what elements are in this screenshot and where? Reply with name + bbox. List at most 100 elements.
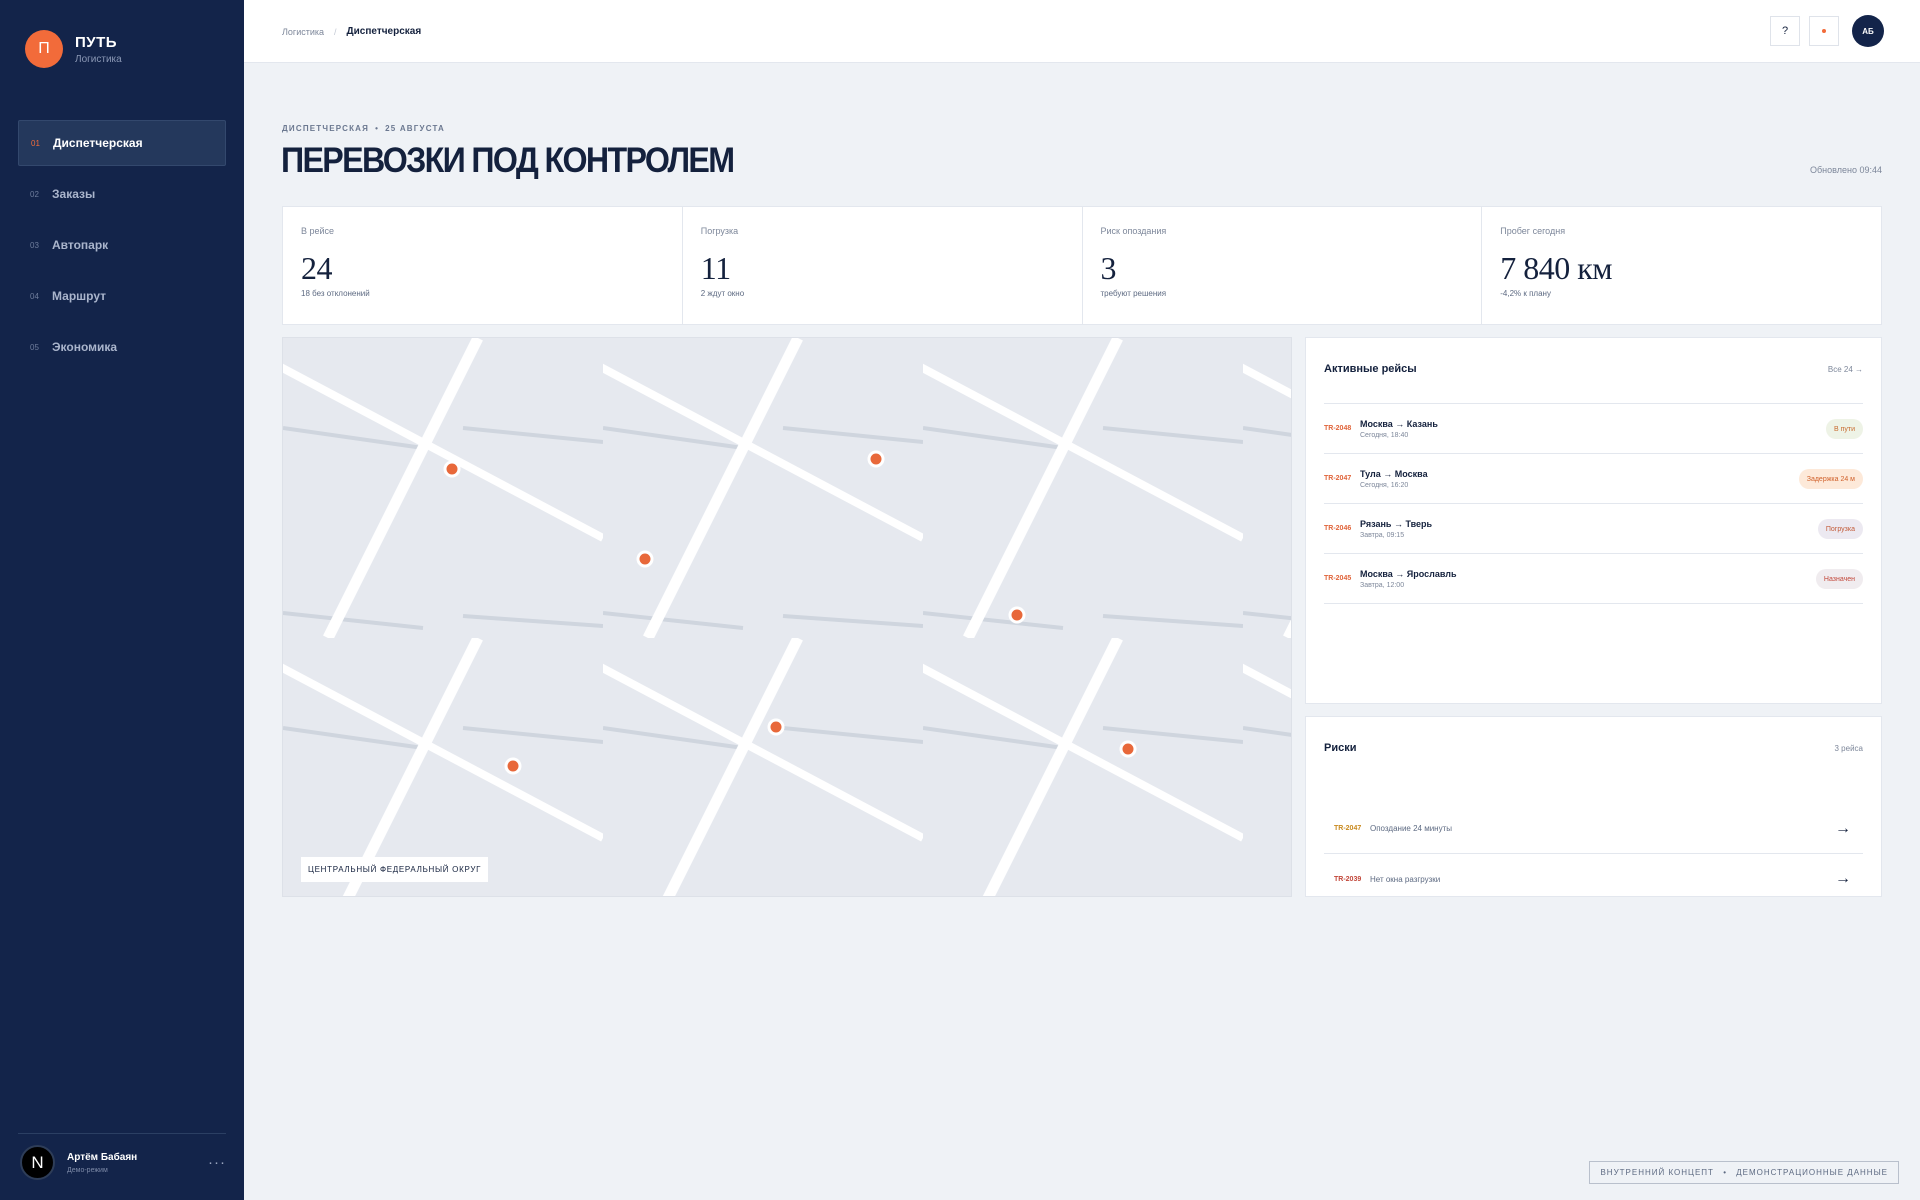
demo-disclaimer: ВНУТРЕННИЙ КОНЦЕПТ • ДЕМОНСТРАЦИОННЫЕ ДА… [1589,1161,1899,1184]
nav-number: 01 [31,138,40,148]
kpi-in-transit[interactable]: В рейсе 24 18 без отклонений [283,207,683,324]
kpi-label: Погрузка [700,226,739,236]
vehicle-marker[interactable] [1119,740,1137,758]
nav-label: Экономика [52,340,118,354]
panel-title: Риски [1324,742,1357,754]
trip-route: Москва → Казань [1360,418,1438,429]
active-trips-panel: Активные рейсы Все 24 → TR-2048 Москва →… [1305,337,1882,704]
status-badge: Назначен [1815,569,1863,589]
trip-time: Сегодня, 16:20 [1360,481,1409,489]
disclaimer-left: ВНУТРЕННИЙ КОНЦЕПТ [1600,1168,1714,1177]
sidebar: П ПУТЬ Логистика 01 Диспетчерская 02 Зак… [0,0,244,1200]
account-avatar[interactable]: АБ [1852,15,1884,47]
kpi-mileage[interactable]: Пробег сегодня 7 840 км -4,2% к плану [1482,207,1881,324]
eyebrow-dot: • [375,124,380,133]
vehicle-marker[interactable] [1008,606,1026,624]
kpi-sub: -4,2% к плану [1500,289,1551,298]
disclaimer-right: ДЕМОНСТРАЦИОННЫЕ ДАННЫЕ [1736,1168,1888,1177]
notification-dot-icon [1822,29,1826,33]
vehicle-marker[interactable] [504,757,522,775]
brand-name: ПУТЬ [75,33,118,51]
trip-route: Рязань → Тверь [1360,518,1433,529]
panel-title: Активные рейсы [1324,363,1417,375]
kpi-value: 11 [700,250,731,286]
user-role: Демо-режим [67,1166,108,1174]
help-button[interactable]: ? [1770,16,1800,46]
kpi-loading[interactable]: Погрузка 11 2 ждут окно [683,207,1083,324]
breadcrumb-parent[interactable]: Логистика [282,27,324,37]
nav-number: 05 [30,342,39,352]
nav-label: Заказы [52,187,96,201]
kpi-label: Риск опоздания [1100,226,1167,236]
trip-info: Москва → Казань Сегодня, 18:40 [1360,419,1438,439]
trip-list: TR-2048 Москва → Казань Сегодня, 18:40 В… [1324,403,1863,604]
risks-count: 3 рейса [1834,743,1864,753]
brand-subtitle: Логистика [75,53,122,65]
risks-panel: Риски 3 рейса TR-2047 Опоздание 24 минут… [1305,716,1882,897]
trip-info: Москва → Ярославль Завтра, 12:00 [1360,569,1457,589]
more-icon[interactable]: ··· [208,1154,226,1171]
status-badge: Задержка 24 м [1798,469,1863,489]
nav-number: 03 [30,240,39,250]
kpi-sub: 2 ждут окно [700,289,745,298]
kpi-strip: В рейсе 24 18 без отклонений Погрузка 11… [282,206,1882,325]
risk-description: Опоздание 24 минуты [1370,824,1453,833]
trip-row[interactable]: TR-2045 Москва → Ярославль Завтра, 12:00… [1324,554,1863,604]
vehicle-marker[interactable] [867,450,885,468]
brand-logo: П [25,30,63,68]
breadcrumb-separator: / [334,26,337,37]
nav-label: Автопарк [52,238,109,252]
user-name: Артём Бабаян [67,1151,138,1163]
sidebar-nav: 01 Диспетчерская 02 Заказы 03 Автопарк 0… [18,120,226,375]
updated-timestamp: Обновлено 09:44 [1810,165,1882,175]
user-text: Артём Бабаян Демо-режим [67,1152,208,1174]
nav-number: 02 [30,189,39,199]
vehicle-marker[interactable] [443,460,461,478]
map-canvas[interactable] [283,338,1292,897]
sidebar-item-economics[interactable]: 05 Экономика [18,324,226,370]
kpi-delay-risk[interactable]: Риск опоздания 3 требуют решения [1083,207,1483,324]
kpi-sub: 18 без отклонений [301,289,370,298]
sidebar-item-fleet[interactable]: 03 Автопарк [18,222,226,268]
breadcrumb-current: Диспетчерская [346,26,422,37]
topbar: Логистика / Диспетчерская ? АБ [244,0,1920,63]
kpi-value: 7 840 км [1500,250,1613,286]
risk-row[interactable]: TR-2039 Нет окна разгрузки → [1324,854,1863,904]
brand-text: ПУТЬ Логистика [75,34,122,65]
user-profile[interactable]: N Артём Бабаян Демо-режим ··· [20,1145,226,1180]
page-title: ПЕРЕВОЗКИ ПОД КОНТРОЛЕМ [281,141,735,180]
nav-label: Маршрут [52,289,107,303]
status-badge: Погрузка [1817,519,1863,539]
trip-info: Рязань → Тверь Завтра, 09:15 [1360,519,1432,539]
nav-number: 04 [30,291,39,301]
arrow-right-icon[interactable]: → [1835,870,1851,888]
trip-route: Тула → Москва [1360,468,1428,479]
trip-time: Сегодня, 18:40 [1360,431,1409,439]
user-avatar: N [20,1145,55,1180]
sidebar-item-dispatch[interactable]: 01 Диспетчерская [18,120,226,166]
map-view[interactable]: ЦЕНТРАЛЬНЫЙ ФЕДЕРАЛЬНЫЙ ОКРУГ [282,337,1292,897]
sidebar-item-orders[interactable]: 02 Заказы [18,171,226,217]
vehicle-marker[interactable] [636,550,654,568]
breadcrumb: Логистика / Диспетчерская [282,26,421,37]
trip-info: Тула → Москва Сегодня, 16:20 [1360,469,1428,489]
view-all-trips-link[interactable]: Все 24 → [1828,365,1863,374]
risk-row[interactable]: TR-2047 Опоздание 24 минуты → [1324,804,1863,854]
trip-row[interactable]: TR-2048 Москва → Казань Сегодня, 18:40 В… [1324,404,1863,454]
trip-id: TR-2048 [1324,425,1352,432]
vehicle-marker[interactable] [767,718,785,736]
trip-row[interactable]: TR-2046 Рязань → Тверь Завтра, 09:15 Пог… [1324,504,1863,554]
brand[interactable]: П ПУТЬ Логистика [25,30,122,68]
eyebrow-section: ДИСПЕТЧЕРСКАЯ [282,124,370,133]
sidebar-item-route[interactable]: 04 Маршрут [18,273,226,319]
disclaimer-dot: • [1723,1168,1727,1177]
map-region-label: ЦЕНТРАЛЬНЫЙ ФЕДЕРАЛЬНЫЙ ОКРУГ [301,857,489,882]
notifications-button[interactable] [1809,16,1839,46]
trip-row[interactable]: TR-2047 Тула → Москва Сегодня, 16:20 Зад… [1324,454,1863,504]
trip-id: TR-2045 [1324,575,1352,582]
arrow-right-icon[interactable]: → [1835,820,1851,838]
kpi-sub: требуют решения [1100,289,1167,298]
page-eyebrow: ДИСПЕТЧЕРСКАЯ • 25 АВГУСТА [282,124,445,133]
trip-time: Завтра, 09:15 [1360,531,1405,539]
help-icon: ? [1781,25,1789,37]
